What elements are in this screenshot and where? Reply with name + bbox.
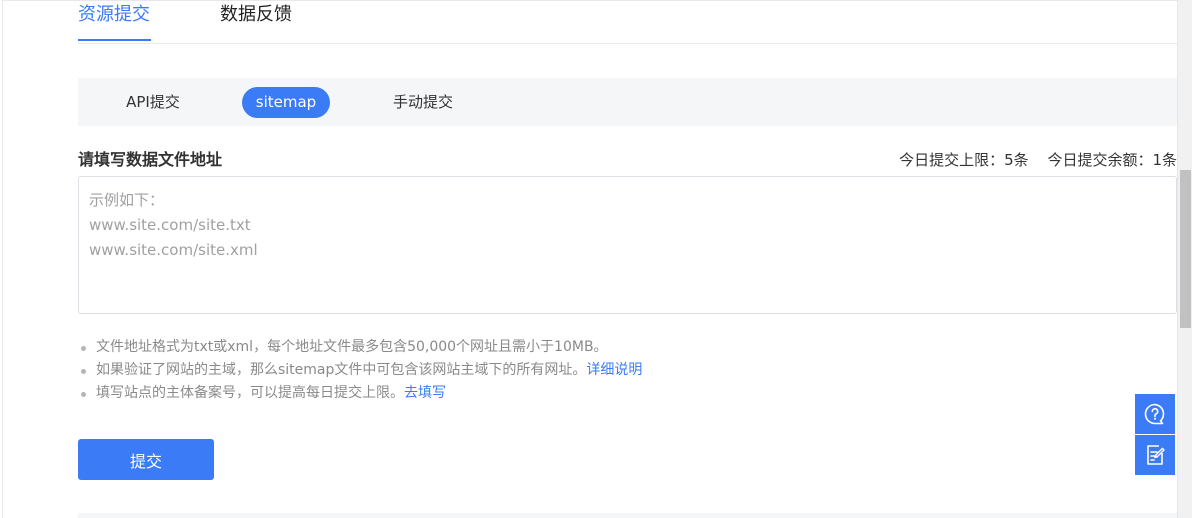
page-container: 资源提交 数据反馈 API提交 sitemap 手动提交 请填写数据文件地址 今… <box>2 0 1178 518</box>
submit-method-bar: API提交 sitemap 手动提交 <box>78 78 1178 126</box>
scrollbar-thumb[interactable] <box>1180 170 1191 328</box>
next-section-edge <box>78 513 1178 518</box>
tab-resource-submit[interactable]: 资源提交 <box>78 3 150 27</box>
submit-button[interactable]: 提交 <box>78 439 214 480</box>
tip-item: 文件地址格式为txt或xml，每个地址文件最多包含50,000个网址且需小于10… <box>79 336 642 359</box>
details-link[interactable]: 详细说明 <box>586 362 642 378</box>
url-field-label: 请填写数据文件地址 <box>78 150 223 169</box>
quota-remaining: 今日提交余额：1条 <box>1047 151 1177 169</box>
feedback-edit-icon <box>1147 445 1165 465</box>
subtab-api-submit[interactable]: API提交 <box>108 87 198 118</box>
subtab-manual-submit[interactable]: 手动提交 <box>378 87 468 118</box>
help-button[interactable] <box>1135 394 1175 434</box>
tip-text: 文件地址格式为txt或xml，每个地址文件最多包含50,000个网址且需小于10… <box>96 339 608 355</box>
tip-text: 如果验证了网站的主域，那么sitemap文件中可包含该网站主域下的所有网址。 <box>96 362 587 378</box>
fill-in-link[interactable]: 去填写 <box>404 385 446 401</box>
help-chat-icon <box>1144 403 1165 425</box>
top-tab-bar: 资源提交 数据反馈 <box>78 1 1178 44</box>
subtab-sitemap[interactable]: sitemap <box>242 87 330 118</box>
sitemap-url-input[interactable] <box>78 176 1177 314</box>
active-tab-indicator <box>78 39 151 41</box>
feedback-button[interactable] <box>1135 435 1175 475</box>
quota-limit: 今日提交上限：5条 <box>899 151 1029 169</box>
tip-text: 填写站点的主体备案号，可以提高每日提交上限。 <box>96 385 404 401</box>
tip-item: 如果验证了网站的主域，那么sitemap文件中可包含该网站主域下的所有网址。详细… <box>79 359 642 382</box>
tab-data-feedback[interactable]: 数据反馈 <box>220 3 292 27</box>
quota-info: 今日提交上限：5条 今日提交余额：1条 <box>899 149 1177 171</box>
tip-item: 填写站点的主体备案号，可以提高每日提交上限。去填写 <box>79 382 642 405</box>
vertical-scrollbar[interactable] <box>1177 0 1192 518</box>
tips-list: 文件地址格式为txt或xml，每个地址文件最多包含50,000个网址且需小于10… <box>79 336 642 405</box>
